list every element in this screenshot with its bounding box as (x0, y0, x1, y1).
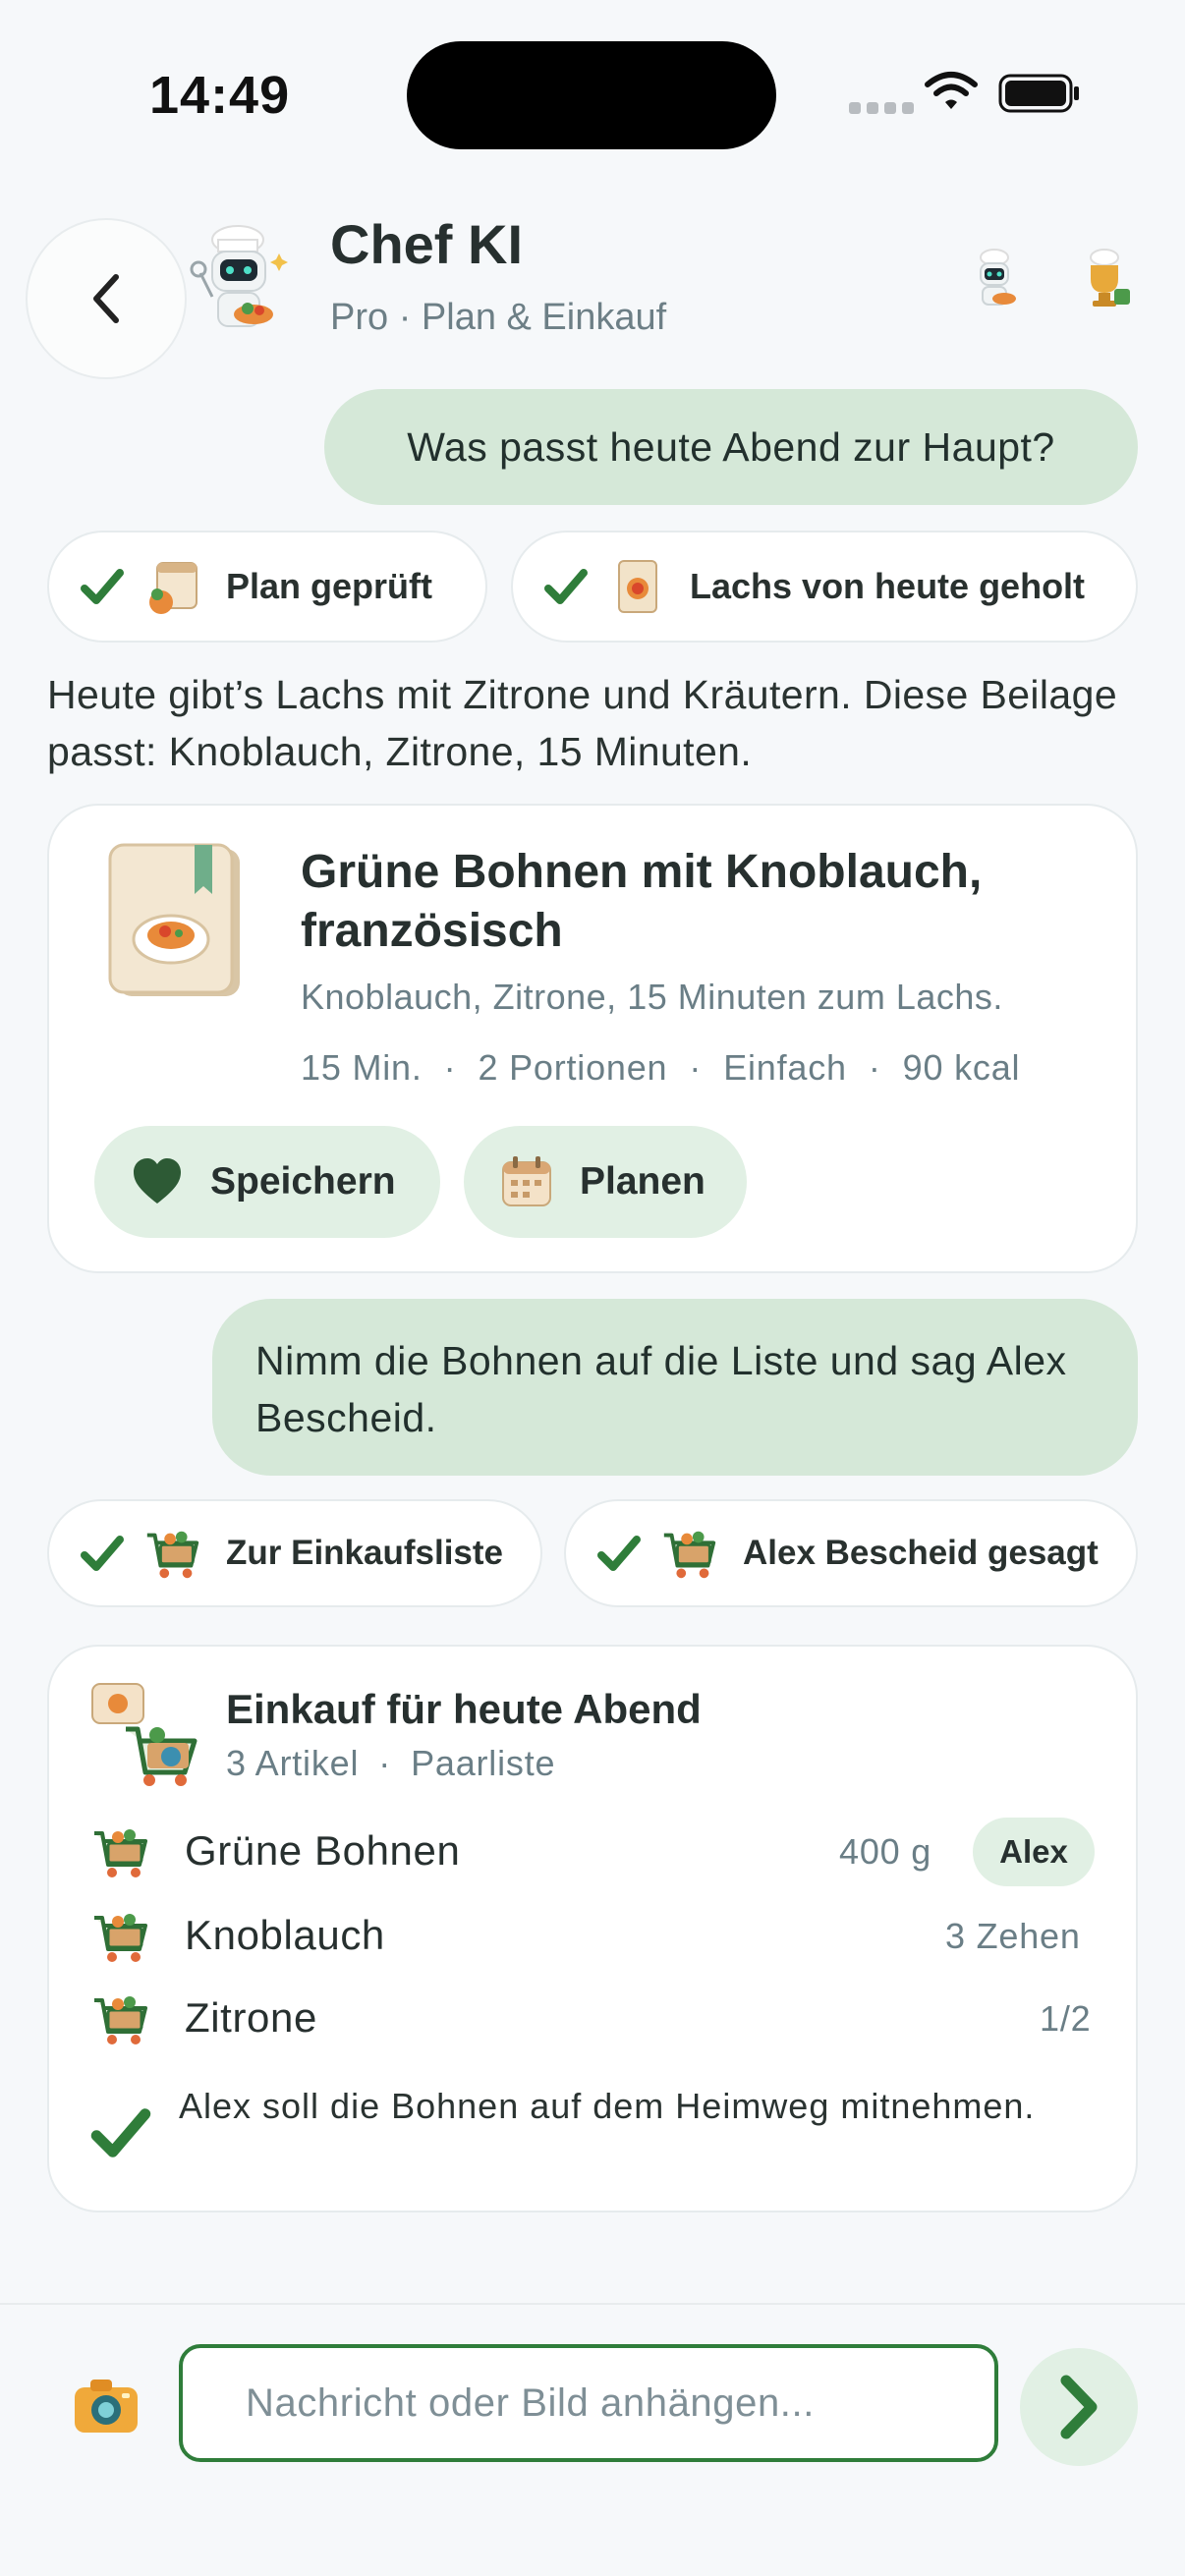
list-type: Paarliste (411, 1743, 556, 1783)
assistant-answer: Heute gibt’s Lachs mit Zitrone und Kräut… (47, 672, 1118, 774)
shopping-cart-check-icon (658, 1522, 721, 1585)
calendar-icon (502, 1156, 551, 1206)
list-item-qty: 1/2 (1040, 1998, 1092, 2039)
recipe-calories: 90 kcal (902, 1047, 1021, 1088)
user-message: Nimm die Bohnen auf die Liste und sag Al… (212, 1299, 1138, 1476)
recipe-difficulty: Einfach (723, 1047, 847, 1088)
divider (0, 2303, 1185, 2305)
chevron-right-icon (1060, 2375, 1098, 2439)
send-button[interactable] (1020, 2348, 1138, 2466)
recipe-book-icon (618, 560, 657, 613)
status-chip-alex-notified[interactable]: Alex Bescheid gesagt (564, 1499, 1138, 1607)
robot-chef-icon[interactable] (959, 244, 1028, 312)
status-chip-plan-checked[interactable]: Plan geprüft (47, 531, 487, 643)
chevron-left-icon (93, 274, 119, 323)
meta-separator: · (378, 1743, 392, 1783)
shopping-subtitle: 3 Artikel · Paarliste (226, 1743, 555, 1784)
status-time: 14:49 (149, 66, 291, 125)
status-chip-salmon-fetched[interactable]: Lachs von heute geholt (511, 531, 1138, 643)
wifi-icon (925, 72, 978, 109)
heart-icon (134, 1158, 181, 1204)
meta-separator: · (443, 1047, 457, 1088)
dynamic-island (407, 41, 776, 149)
recipe-time: 15 Min. (301, 1047, 423, 1088)
list-item-qty: 400 g (839, 1831, 932, 1872)
assignee-badge[interactable]: Alex (973, 1818, 1095, 1886)
cookbook-icon (108, 843, 240, 996)
recipe-servings: 2 Portionen (478, 1047, 668, 1088)
check-icon (542, 563, 590, 610)
grocery-cart-icon (91, 1683, 198, 1786)
status-chip-label: Alex Bescheid gesagt (743, 1534, 1099, 1572)
recipe-title: Grüne Bohnen mit Knoblauch, französisch (301, 846, 983, 957)
shopping-title: Einkauf für heute Abend (226, 1686, 702, 1732)
status-chip-added-to-list[interactable]: Zur Einkaufsliste (47, 1499, 542, 1607)
save-button[interactable]: Speichern (94, 1126, 440, 1238)
shopping-cart-icon (141, 1522, 204, 1585)
chef-trophy-icon[interactable] (1071, 244, 1140, 312)
message-input[interactable]: Nachricht oder Bild anhängen... (179, 2344, 998, 2462)
check-icon (79, 1530, 126, 1577)
cart-icon (88, 1987, 153, 2051)
meta-separator: · (868, 1047, 881, 1088)
status-chip-label: Plan geprüft (226, 566, 433, 606)
plan-button[interactable]: Planen (464, 1126, 747, 1238)
recipe-meta: 15 Min. · 2 Portionen · Einfach · 90 kca… (301, 1047, 1020, 1089)
status-chip-label: Zur Einkaufsliste (226, 1534, 504, 1572)
item-count: 3 Artikel (226, 1743, 360, 1783)
status-chip-label: Lachs von heute geholt (690, 566, 1086, 606)
save-button-label: Speichern (210, 1160, 396, 1203)
shopping-note: Alex soll die Bohnen auf dem Heimweg mit… (179, 2086, 1036, 2126)
cart-check-icon (88, 1820, 153, 1884)
check-icon (90, 2108, 151, 2157)
list-item-name: Grüne Bohnen (185, 1827, 461, 1874)
planner-icon (149, 562, 198, 614)
check-icon (595, 1530, 643, 1577)
list-item-qty: 3 Zehen (945, 1916, 1081, 1956)
chat-title: Chef KI (330, 213, 523, 275)
recipe-description: Knoblauch, Zitrone, 15 Minuten zum Lachs… (301, 977, 1003, 1017)
camera-icon[interactable] (71, 2374, 141, 2438)
user-message: Was passt heute Abend zur Haupt? (324, 389, 1138, 505)
meta-separator: · (689, 1047, 703, 1088)
back-button[interactable] (26, 218, 187, 379)
list-item-name: Knoblauch (185, 1912, 385, 1958)
cellular-signal-icon (849, 102, 914, 114)
chef-robot-avatar (190, 225, 288, 327)
list-item-name: Zitrone (185, 1994, 317, 2041)
plan-button-label: Planen (580, 1160, 705, 1203)
cart-icon (88, 1904, 153, 1969)
battery-icon (998, 74, 1079, 113)
check-icon (79, 563, 126, 610)
chat-subtitle: Pro · Plan & Einkauf (330, 297, 667, 338)
